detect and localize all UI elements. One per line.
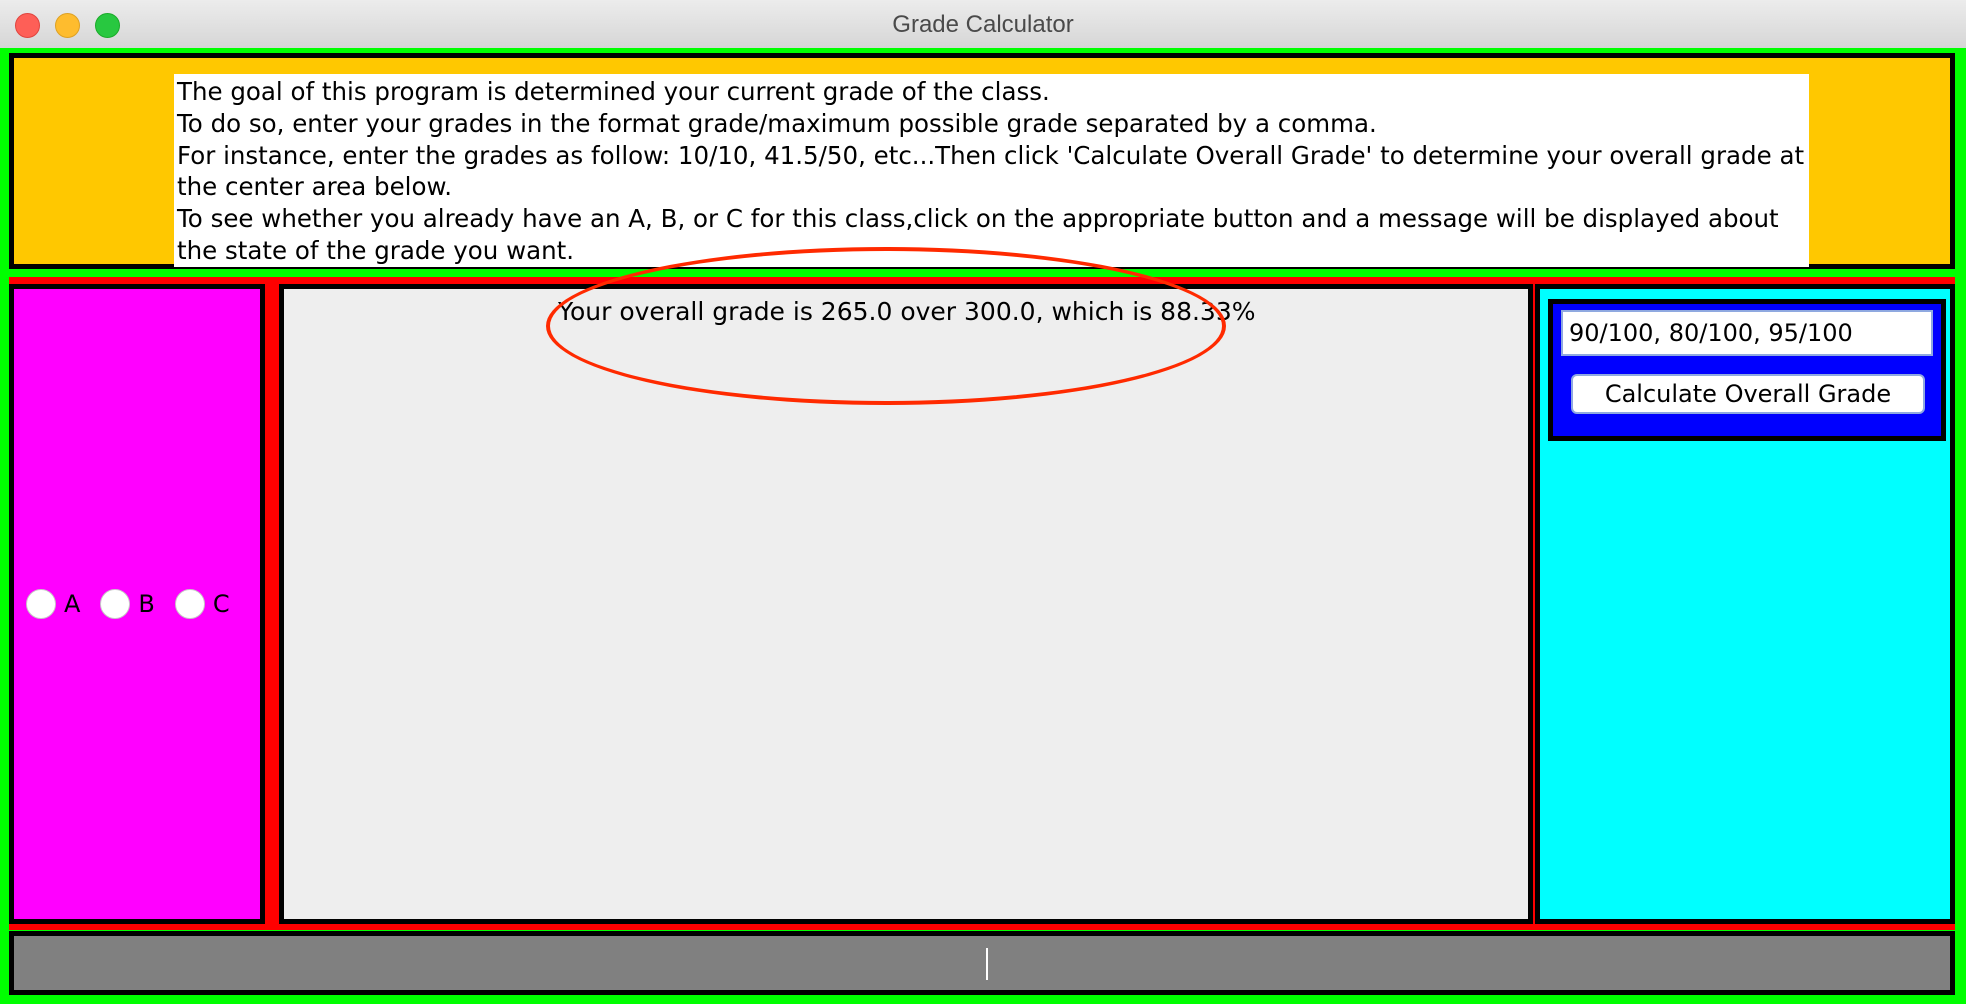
radio-button[interactable] — [26, 589, 56, 619]
radio-button[interactable] — [174, 589, 205, 619]
window-title: Grade Calculator — [892, 11, 1074, 38]
radio-label: A — [64, 590, 81, 618]
center-panel: Your overall grade is 265.0 over 300.0, … — [279, 247, 1533, 924]
south-panel — [9, 931, 1955, 995]
grade-radio-group: A B C — [26, 589, 250, 619]
center-band: A B C Your overall grade is 265.0 over 3… — [9, 247, 1955, 930]
instruction-line: The goal of this program is determined y… — [177, 77, 1050, 106]
radio-option-c[interactable]: C — [174, 589, 230, 619]
instruction-line: For instance, enter the grades as follow… — [177, 140, 1812, 202]
title-bar: Grade Calculator — [0, 0, 1966, 49]
grades-input[interactable] — [1561, 310, 1933, 356]
grade-entry-box: Calculate Overall Grade — [1548, 299, 1946, 441]
radio-label: C — [212, 590, 230, 618]
east-panel: Calculate Overall Grade — [1535, 284, 1955, 924]
text-cursor — [986, 948, 988, 980]
instructions-text-area: The goal of this program is determined y… — [174, 74, 1809, 267]
radio-option-a[interactable]: A — [26, 589, 80, 619]
instruction-line: To do so, enter your grades in the forma… — [177, 108, 1377, 138]
calculate-overall-grade-button[interactable]: Calculate Overall Grade — [1571, 374, 1925, 414]
north-panel: The goal of this program is determined y… — [9, 53, 1955, 269]
west-panel: A B C — [9, 284, 265, 924]
radio-option-b[interactable]: B — [100, 589, 155, 619]
radio-button[interactable] — [100, 589, 131, 619]
highlight-oval — [546, 247, 1226, 405]
radio-label: B — [138, 590, 155, 618]
